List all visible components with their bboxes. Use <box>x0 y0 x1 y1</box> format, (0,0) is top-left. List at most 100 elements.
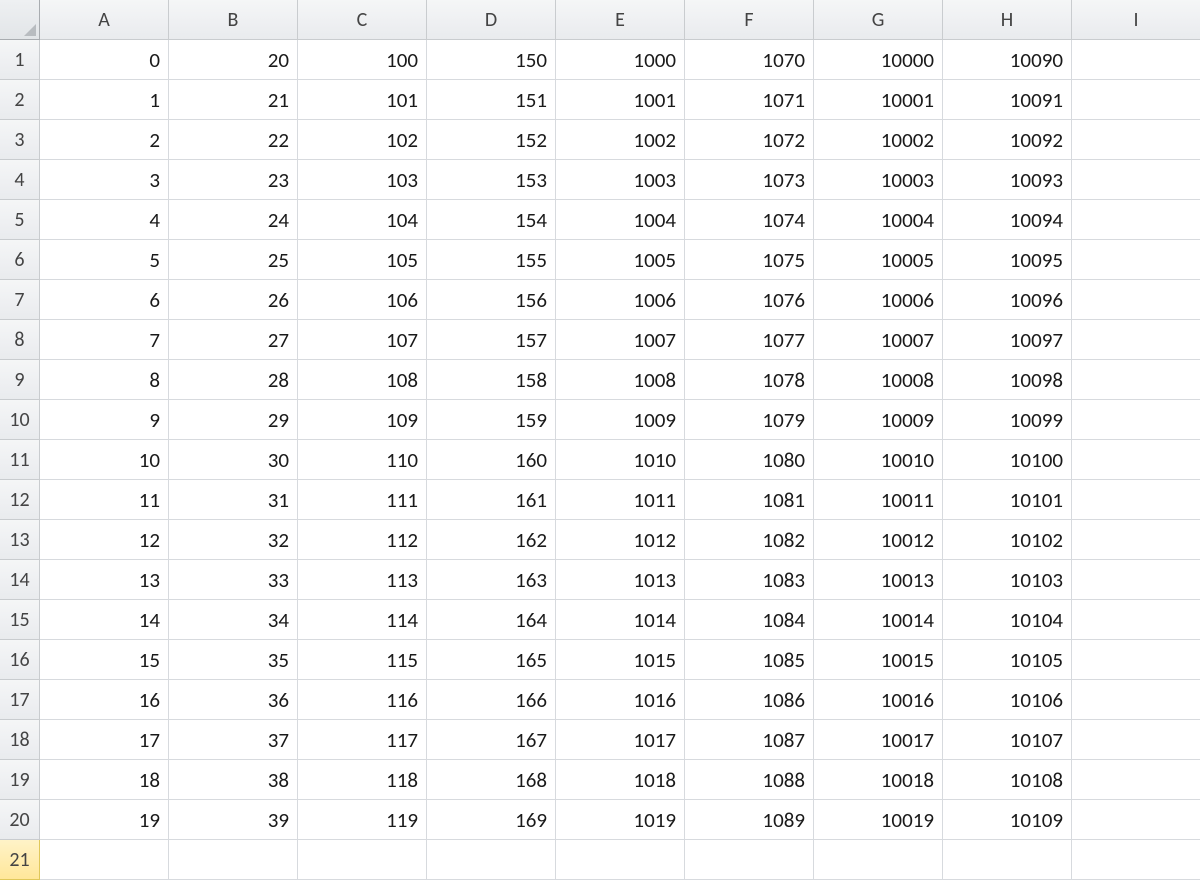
cell-D17[interactable]: 166 <box>427 680 556 720</box>
cell-F1[interactable]: 1070 <box>685 40 814 80</box>
cell-E3[interactable]: 1002 <box>556 120 685 160</box>
cell-I9[interactable] <box>1072 360 1200 400</box>
cell-A17[interactable]: 16 <box>40 680 169 720</box>
cell-I13[interactable] <box>1072 520 1200 560</box>
cell-I2[interactable] <box>1072 80 1200 120</box>
cell-B17[interactable]: 36 <box>169 680 298 720</box>
column-header-H[interactable]: H <box>943 0 1072 40</box>
cell-H7[interactable]: 10096 <box>943 280 1072 320</box>
cell-A3[interactable]: 2 <box>40 120 169 160</box>
cell-G10[interactable]: 10009 <box>814 400 943 440</box>
cell-E8[interactable]: 1007 <box>556 320 685 360</box>
cell-B12[interactable]: 31 <box>169 480 298 520</box>
row-header-21[interactable]: 21 <box>0 840 40 880</box>
cell-H6[interactable]: 10095 <box>943 240 1072 280</box>
cell-H18[interactable]: 10107 <box>943 720 1072 760</box>
cell-G17[interactable]: 10016 <box>814 680 943 720</box>
cell-I6[interactable] <box>1072 240 1200 280</box>
cell-C6[interactable]: 105 <box>298 240 427 280</box>
row-header-17[interactable]: 17 <box>0 680 40 720</box>
cell-A12[interactable]: 11 <box>40 480 169 520</box>
cell-I12[interactable] <box>1072 480 1200 520</box>
cell-G5[interactable]: 10004 <box>814 200 943 240</box>
cell-D6[interactable]: 155 <box>427 240 556 280</box>
cell-G14[interactable]: 10013 <box>814 560 943 600</box>
row-header-13[interactable]: 13 <box>0 520 40 560</box>
cell-F5[interactable]: 1074 <box>685 200 814 240</box>
cell-A13[interactable]: 12 <box>40 520 169 560</box>
row-header-20[interactable]: 20 <box>0 800 40 840</box>
column-header-I[interactable]: I <box>1072 0 1200 40</box>
cell-C20[interactable]: 119 <box>298 800 427 840</box>
row-header-5[interactable]: 5 <box>0 200 40 240</box>
cell-H10[interactable]: 10099 <box>943 400 1072 440</box>
cell-I1[interactable] <box>1072 40 1200 80</box>
cell-I5[interactable] <box>1072 200 1200 240</box>
cell-E15[interactable]: 1014 <box>556 600 685 640</box>
cell-D18[interactable]: 167 <box>427 720 556 760</box>
cell-F8[interactable]: 1077 <box>685 320 814 360</box>
row-header-7[interactable]: 7 <box>0 280 40 320</box>
cell-B13[interactable]: 32 <box>169 520 298 560</box>
cell-G12[interactable]: 10011 <box>814 480 943 520</box>
column-header-G[interactable]: G <box>814 0 943 40</box>
cell-B6[interactable]: 25 <box>169 240 298 280</box>
cell-E1[interactable]: 1000 <box>556 40 685 80</box>
row-header-9[interactable]: 9 <box>0 360 40 400</box>
cell-C7[interactable]: 106 <box>298 280 427 320</box>
row-header-6[interactable]: 6 <box>0 240 40 280</box>
cell-C2[interactable]: 101 <box>298 80 427 120</box>
cell-F9[interactable]: 1078 <box>685 360 814 400</box>
cell-B20[interactable]: 39 <box>169 800 298 840</box>
cell-G7[interactable]: 10006 <box>814 280 943 320</box>
cell-H19[interactable]: 10108 <box>943 760 1072 800</box>
cell-H15[interactable]: 10104 <box>943 600 1072 640</box>
cell-G2[interactable]: 10001 <box>814 80 943 120</box>
cell-D11[interactable]: 160 <box>427 440 556 480</box>
cell-F15[interactable]: 1084 <box>685 600 814 640</box>
cell-E18[interactable]: 1017 <box>556 720 685 760</box>
spreadsheet-grid[interactable]: ABCDEFGHI1020100150100010701000010090212… <box>0 0 1200 887</box>
cell-B1[interactable]: 20 <box>169 40 298 80</box>
row-header-18[interactable]: 18 <box>0 720 40 760</box>
cell-C14[interactable]: 113 <box>298 560 427 600</box>
row-header-8[interactable]: 8 <box>0 320 40 360</box>
cell-D12[interactable]: 161 <box>427 480 556 520</box>
cell-E7[interactable]: 1006 <box>556 280 685 320</box>
cell-B18[interactable]: 37 <box>169 720 298 760</box>
cell-E12[interactable]: 1011 <box>556 480 685 520</box>
cell-G16[interactable]: 10015 <box>814 640 943 680</box>
cell-H12[interactable]: 10101 <box>943 480 1072 520</box>
column-header-C[interactable]: C <box>298 0 427 40</box>
cell-B19[interactable]: 38 <box>169 760 298 800</box>
cell-E11[interactable]: 1010 <box>556 440 685 480</box>
cell-B3[interactable]: 22 <box>169 120 298 160</box>
cell-H9[interactable]: 10098 <box>943 360 1072 400</box>
cell-C12[interactable]: 111 <box>298 480 427 520</box>
cell-G21[interactable] <box>814 840 943 880</box>
cell-B2[interactable]: 21 <box>169 80 298 120</box>
cell-C11[interactable]: 110 <box>298 440 427 480</box>
cell-A18[interactable]: 17 <box>40 720 169 760</box>
column-header-E[interactable]: E <box>556 0 685 40</box>
cell-G11[interactable]: 10010 <box>814 440 943 480</box>
cell-F16[interactable]: 1085 <box>685 640 814 680</box>
cell-B14[interactable]: 33 <box>169 560 298 600</box>
cell-C21[interactable] <box>298 840 427 880</box>
cell-C10[interactable]: 109 <box>298 400 427 440</box>
cell-D14[interactable]: 163 <box>427 560 556 600</box>
cell-E10[interactable]: 1009 <box>556 400 685 440</box>
cell-C15[interactable]: 114 <box>298 600 427 640</box>
cell-H16[interactable]: 10105 <box>943 640 1072 680</box>
cell-I17[interactable] <box>1072 680 1200 720</box>
cell-H20[interactable]: 10109 <box>943 800 1072 840</box>
cell-E19[interactable]: 1018 <box>556 760 685 800</box>
cell-E6[interactable]: 1005 <box>556 240 685 280</box>
cell-A6[interactable]: 5 <box>40 240 169 280</box>
cell-B4[interactable]: 23 <box>169 160 298 200</box>
column-header-D[interactable]: D <box>427 0 556 40</box>
column-header-F[interactable]: F <box>685 0 814 40</box>
cell-G13[interactable]: 10012 <box>814 520 943 560</box>
cell-C18[interactable]: 117 <box>298 720 427 760</box>
cell-C4[interactable]: 103 <box>298 160 427 200</box>
